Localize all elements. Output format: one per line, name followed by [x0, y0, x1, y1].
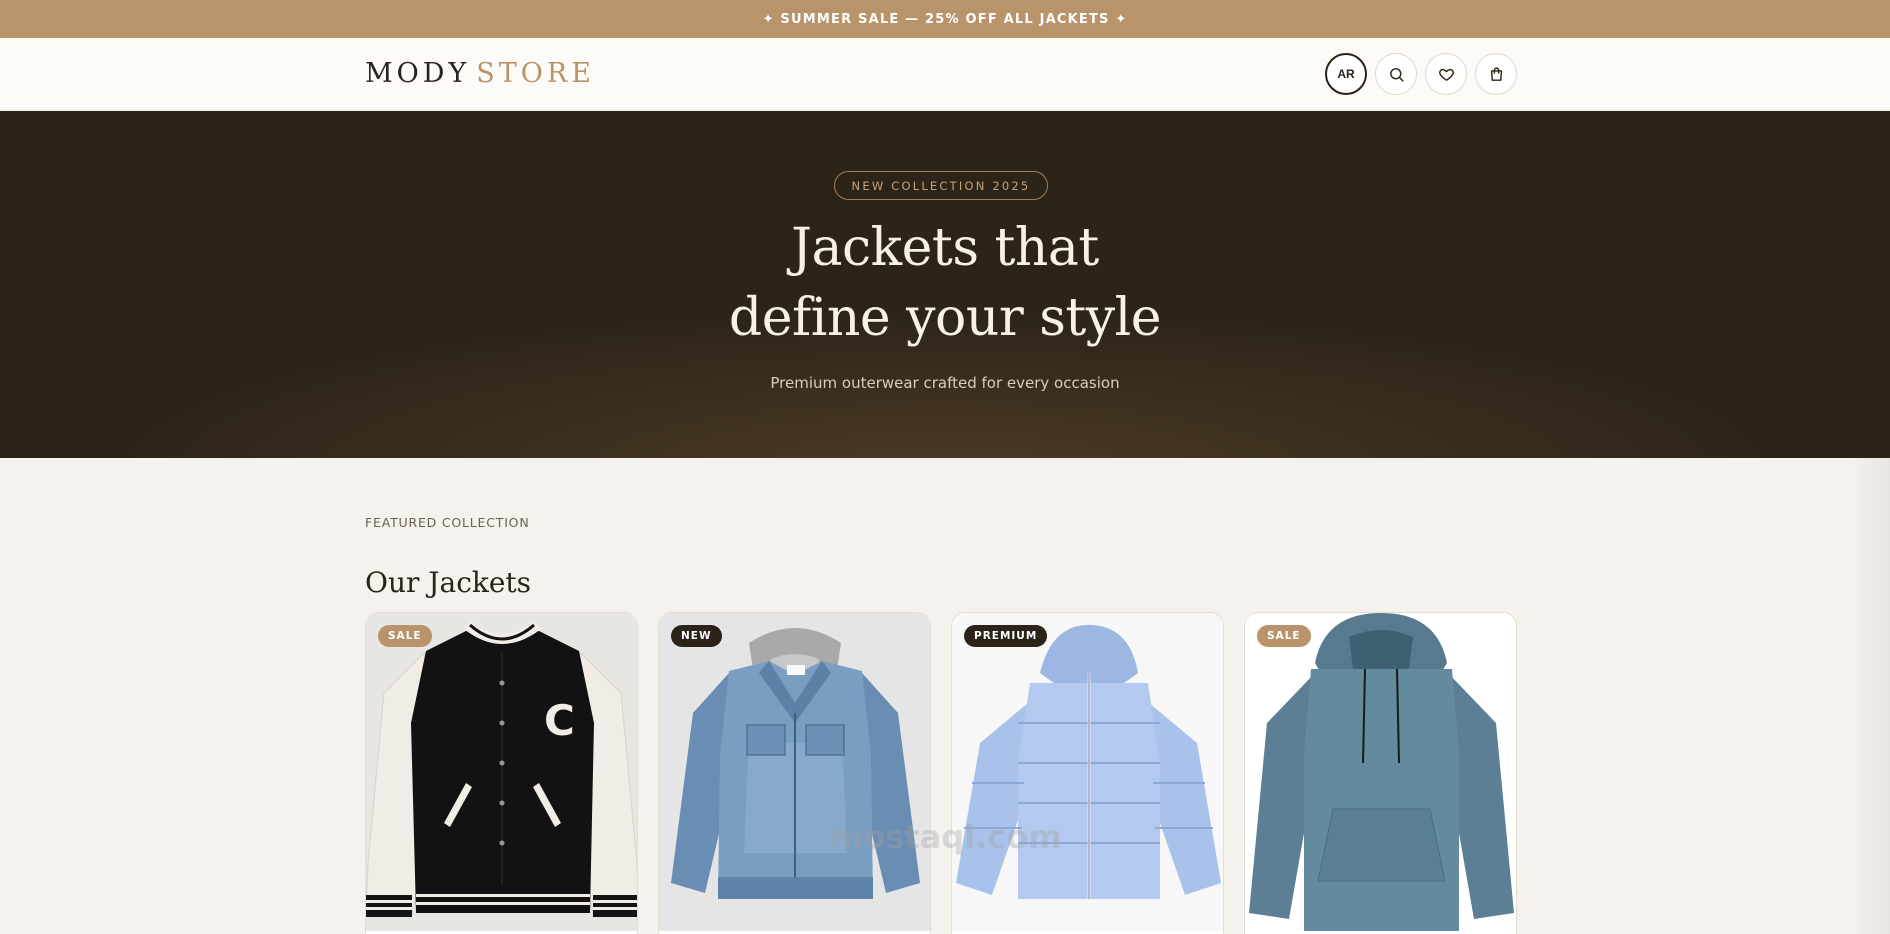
logo-part-1: MODY [365, 58, 471, 89]
hero-banner: NEW COLLECTION 2025 Jackets that define … [0, 111, 1890, 458]
puffer-jacket-image [952, 613, 1223, 931]
section-eyebrow: FEATURED COLLECTION [365, 515, 530, 530]
product-card[interactable]: PREMIUM [951, 612, 1224, 934]
scroll-edge-shadow [1850, 458, 1890, 934]
hero-title-line-1: Jackets that [791, 218, 1099, 278]
denim-jacket-image [659, 613, 930, 931]
product-badge: PREMIUM [964, 625, 1048, 647]
product-card[interactable]: NEW [658, 612, 931, 934]
hero-collection-tag: NEW COLLECTION 2025 [834, 171, 1048, 200]
search-icon [1389, 67, 1404, 82]
announcement-text: ✦ SUMMER SALE — 25% OFF ALL JACKETS ✦ [762, 11, 1128, 27]
product-badge: NEW [671, 625, 722, 647]
hero-title-line-2: define your style [728, 288, 1162, 348]
watermark: mostaql.com [830, 818, 1062, 856]
search-button[interactable] [1375, 53, 1417, 95]
section-title: Our Jackets [365, 566, 532, 599]
product-badge: SALE [1257, 625, 1311, 647]
language-toggle-button[interactable]: AR [1325, 53, 1367, 95]
logo[interactable]: MODY STORE [365, 58, 595, 89]
hero-subtitle: Premium outerwear crafted for every occa… [770, 374, 1120, 392]
product-card[interactable]: SALE [1244, 612, 1517, 934]
product-badge: SALE [378, 625, 432, 647]
product-card[interactable]: C SALE [365, 612, 638, 934]
svg-text:C: C [544, 696, 575, 745]
hoodie-image [1245, 613, 1516, 931]
varsity-jacket-image: C [366, 613, 637, 931]
heart-icon [1438, 68, 1454, 81]
cart-button[interactable] [1475, 53, 1517, 95]
wishlist-button[interactable] [1425, 53, 1467, 95]
announcement-bar: ✦ SUMMER SALE — 25% OFF ALL JACKETS ✦ [0, 0, 1890, 38]
logo-part-2: STORE [476, 58, 595, 89]
shopping-bag-icon [1490, 66, 1502, 81]
site-header: MODY STORE AR [0, 38, 1890, 111]
